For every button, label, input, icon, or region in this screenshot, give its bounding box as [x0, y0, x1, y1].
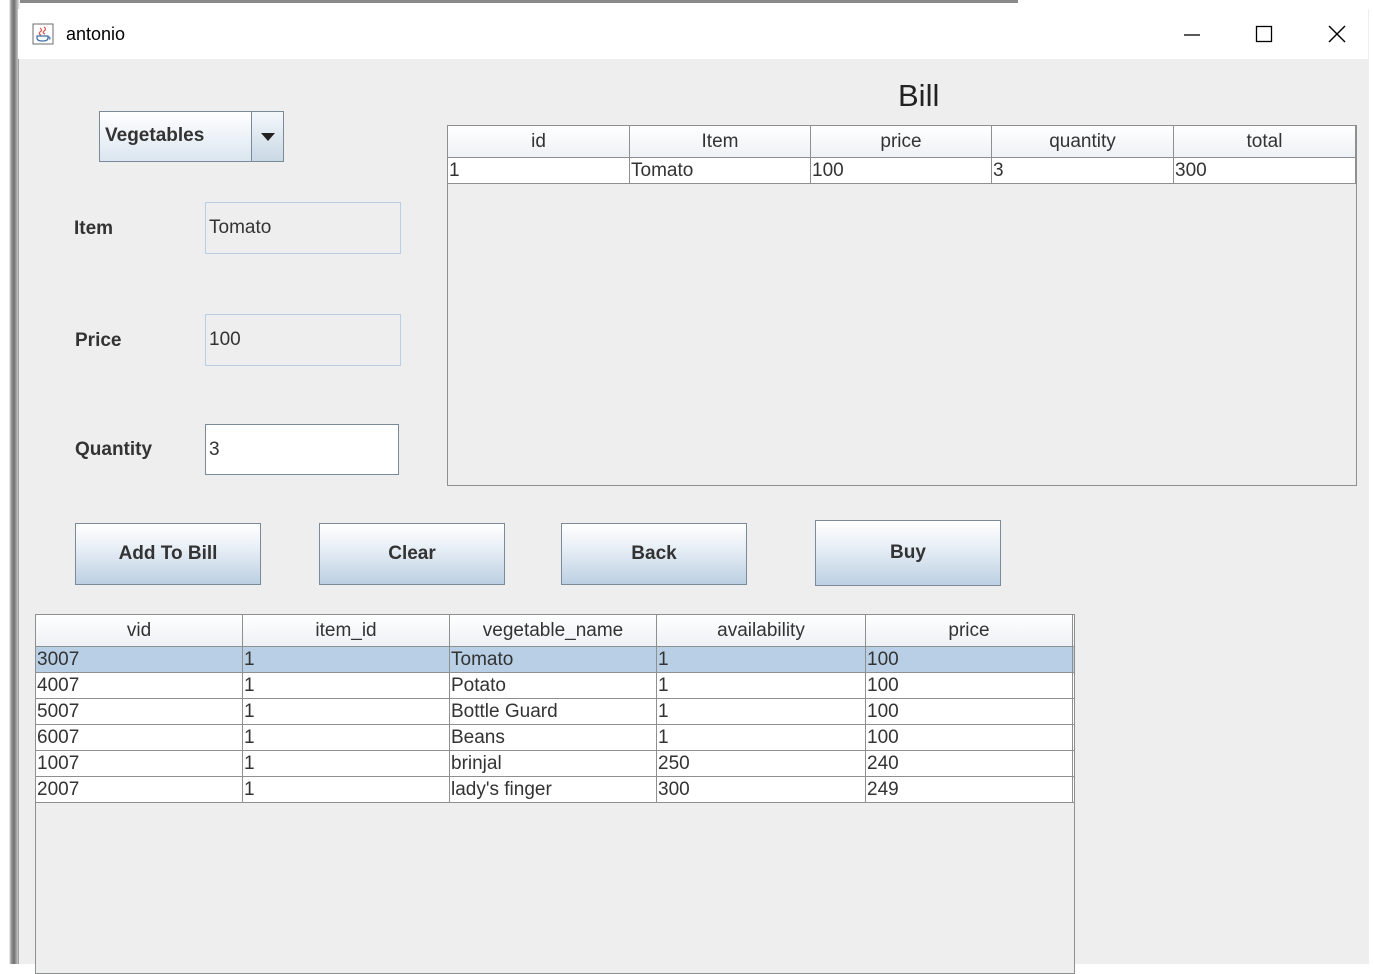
minimize-icon — [1184, 34, 1200, 36]
inventory-cell: 249 — [866, 777, 1073, 802]
inventory-cell: Tomato — [450, 647, 657, 672]
maximize-button[interactable] — [1229, 15, 1299, 53]
bill-table-header: id Item price quantity total — [448, 126, 1356, 158]
chevron-down-icon — [260, 132, 275, 141]
window-title: antonio — [66, 24, 126, 44]
inventory-cell: 250 — [657, 751, 866, 776]
inventory-cell: 100 — [866, 699, 1073, 724]
inventory-cell: 100 — [866, 725, 1073, 750]
inventory-cell: 1 — [243, 751, 450, 776]
combo-arrow-button[interactable] — [251, 112, 283, 161]
inventory-cell: 1 — [657, 699, 866, 724]
bill-table-row[interactable]: 1 Tomato 100 3 300 — [448, 158, 1356, 184]
close-button[interactable] — [1302, 15, 1372, 53]
inventory-cell: 1 — [243, 725, 450, 750]
add-to-bill-button[interactable]: Add To Bill — [75, 523, 261, 585]
bill-header-cell[interactable]: price — [811, 126, 992, 157]
java-app-icon — [32, 23, 54, 45]
bill-header-cell[interactable]: total — [1174, 126, 1356, 157]
bill-title: Bill — [898, 78, 940, 113]
inventory-header-cell[interactable]: price — [866, 615, 1073, 646]
bill-cell: 1 — [448, 158, 630, 183]
inventory-cell: 2007 — [36, 777, 243, 802]
item-field[interactable] — [205, 202, 401, 254]
inventory-cell: 100 — [866, 673, 1073, 698]
inventory-cell: Bottle Guard — [450, 699, 657, 724]
bill-cell: 300 — [1174, 158, 1356, 183]
inventory-cell: 1 — [657, 647, 866, 672]
quantity-field[interactable] — [205, 424, 399, 475]
category-combo[interactable]: Vegetables — [99, 111, 284, 162]
buy-button[interactable]: Buy — [815, 520, 1001, 586]
inventory-cell: 1 — [657, 673, 866, 698]
inventory-table[interactable]: vid item_id vegetable_name availability … — [35, 614, 1075, 974]
inventory-cell: 1 — [657, 725, 866, 750]
category-selected: Vegetables — [105, 125, 205, 146]
inventory-table-row[interactable]: 3007 1 Tomato 1 100 — [36, 647, 1074, 673]
inventory-cell: 1007 — [36, 751, 243, 776]
inventory-cell: 240 — [866, 751, 1073, 776]
inventory-cell: 100 — [866, 647, 1073, 672]
inventory-cell: lady's finger — [450, 777, 657, 802]
inventory-table-row[interactable]: 6007 1 Beans 1 100 — [36, 725, 1074, 751]
inventory-cell: 4007 — [36, 673, 243, 698]
bill-cell: Tomato — [630, 158, 811, 183]
price-label: Price — [75, 330, 122, 351]
bill-cell: 100 — [811, 158, 992, 183]
inventory-table-body: 3007 1 Tomato 1 100 4007 1 Potato 1 100 5007 1 Bottl… — [36, 647, 1074, 803]
bill-header-cell[interactable]: id — [448, 126, 630, 157]
clear-button[interactable]: Clear — [319, 523, 505, 585]
inventory-cell: 300 — [657, 777, 866, 802]
inventory-cell: Beans — [450, 725, 657, 750]
inventory-cell: 1 — [243, 647, 450, 672]
inventory-header-cell[interactable]: vegetable_name — [450, 615, 657, 646]
bill-cell: 3 — [992, 158, 1174, 183]
inventory-table-row[interactable]: 2007 1 lady's finger 300 249 — [36, 777, 1074, 803]
inventory-table-row[interactable]: 4007 1 Potato 1 100 — [36, 673, 1074, 699]
bill-header-cell[interactable]: Item — [630, 126, 811, 157]
item-label: Item — [74, 218, 114, 239]
minimize-button[interactable] — [1157, 15, 1227, 53]
inventory-cell: 3007 — [36, 647, 243, 672]
inventory-cell: 1 — [243, 673, 450, 698]
inventory-header-cell[interactable]: vid — [36, 615, 243, 646]
inventory-cell: 1 — [243, 777, 450, 802]
bill-table[interactable]: id Item price quantity total 1 Tomato 10… — [447, 125, 1357, 486]
inventory-cell: Potato — [450, 673, 657, 698]
inventory-table-row[interactable]: 1007 1 brinjal 250 240 — [36, 751, 1074, 777]
window-shadow — [0, 0, 20, 964]
inventory-header-cell[interactable]: availability — [657, 615, 866, 646]
inventory-cell: brinjal — [450, 751, 657, 776]
close-icon — [1328, 25, 1346, 43]
price-field[interactable] — [205, 314, 401, 366]
desktop-edge — [0, 0, 1018, 3]
back-button[interactable]: Back — [561, 523, 747, 585]
inventory-cell: 5007 — [36, 699, 243, 724]
inventory-table-row[interactable]: 5007 1 Bottle Guard 1 100 — [36, 699, 1074, 725]
inventory-cell: 1 — [243, 699, 450, 724]
maximize-icon — [1255, 25, 1273, 43]
quantity-label: Quantity — [75, 439, 153, 460]
inventory-table-header: vid item_id vegetable_name availability … — [36, 615, 1074, 647]
inventory-cell: 6007 — [36, 725, 243, 750]
inventory-header-cell[interactable]: item_id — [243, 615, 450, 646]
bill-header-cell[interactable]: quantity — [992, 126, 1174, 157]
